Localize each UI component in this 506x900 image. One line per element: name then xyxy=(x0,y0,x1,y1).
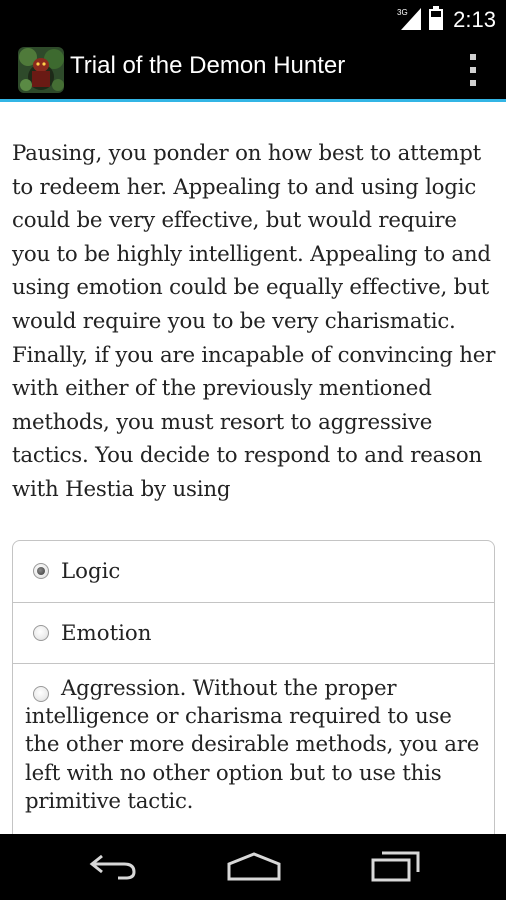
status-icons: 3G 2:13 xyxy=(397,6,496,34)
story-page[interactable]: Pausing, you ponder on how best to attem… xyxy=(0,105,506,834)
recent-apps-icon[interactable] xyxy=(370,850,420,886)
radio-button-icon[interactable] xyxy=(33,625,49,641)
action-bar: Trial of the Demon Hunter xyxy=(0,38,506,102)
status-bar: 3G 2:13 xyxy=(0,0,506,38)
radio-button-checked-icon[interactable] xyxy=(33,563,49,579)
choice-logic[interactable]: Logic xyxy=(13,541,494,603)
overflow-menu-dot xyxy=(470,67,476,73)
overflow-menu-icon[interactable] xyxy=(468,54,478,86)
app-title: Trial of the Demon Hunter xyxy=(70,52,346,79)
network-type-label: 3G xyxy=(397,8,408,17)
home-icon[interactable] xyxy=(226,850,282,886)
overflow-menu-dot xyxy=(470,80,476,86)
choice-list: Logic Emotion Aggression. Without the pr… xyxy=(12,540,495,834)
choice-emotion[interactable]: Emotion xyxy=(13,603,494,664)
back-icon[interactable] xyxy=(88,850,138,884)
choice-aggression[interactable]: Aggression. Without the proper intellige… xyxy=(13,664,494,834)
battery-icon xyxy=(429,6,444,34)
clock: 2:13 xyxy=(453,7,496,32)
choice-label: Aggression. Without the proper intellige… xyxy=(25,676,480,814)
story-text: Pausing, you ponder on how best to attem… xyxy=(12,141,496,502)
choice-label: Logic xyxy=(61,559,121,584)
navigation-bar xyxy=(0,834,506,900)
choice-label: Emotion xyxy=(61,621,152,646)
signal-icon: 3G xyxy=(397,6,423,34)
app-logo-icon[interactable] xyxy=(18,47,64,93)
overflow-menu-dot xyxy=(470,54,476,60)
